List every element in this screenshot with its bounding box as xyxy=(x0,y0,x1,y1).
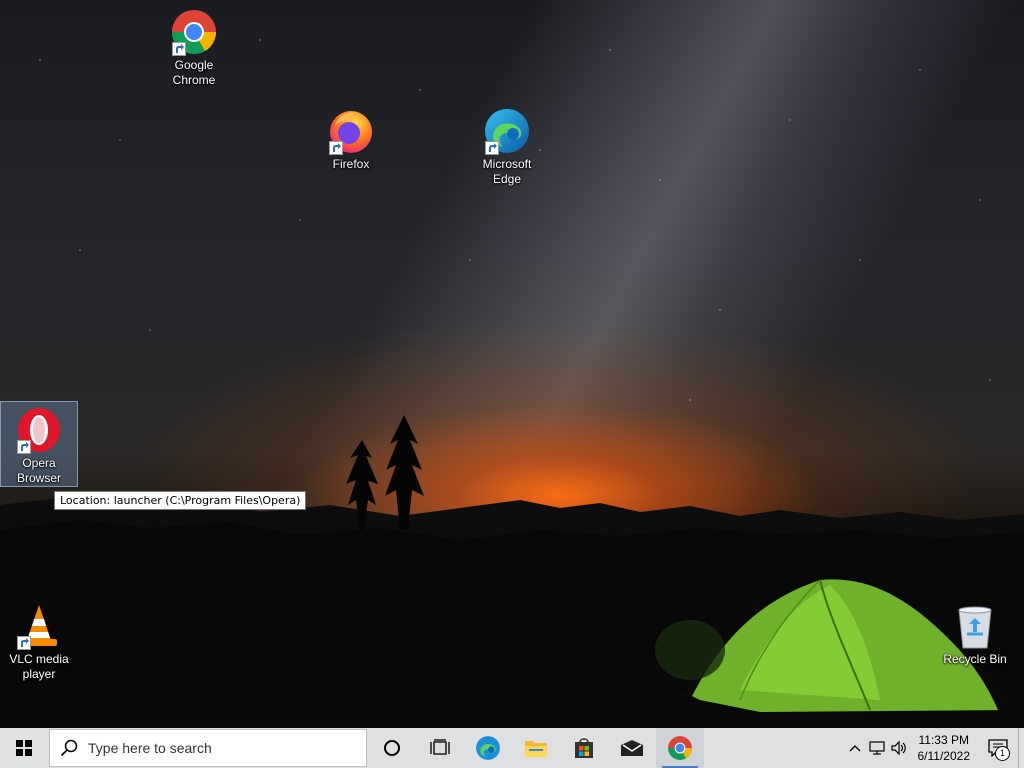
task-view-button[interactable] xyxy=(416,728,464,768)
clock-time: 11:33 PM xyxy=(918,733,969,747)
file-explorer-icon xyxy=(525,741,547,757)
network-icon xyxy=(868,741,885,755)
desktop-icon-recycle-bin[interactable]: Recycle Bin xyxy=(937,598,1013,667)
opera-icon xyxy=(15,406,63,454)
firefox-icon xyxy=(327,107,375,155)
cortana-button[interactable] xyxy=(368,728,416,768)
start-button[interactable] xyxy=(0,728,48,768)
chevron-up-icon xyxy=(849,745,860,752)
show-hidden-icons-button[interactable] xyxy=(844,728,866,768)
taskbar-chrome[interactable] xyxy=(656,728,704,768)
edge-icon xyxy=(476,736,500,760)
shortcut-arrow-icon xyxy=(17,636,31,650)
desktop-icon-label: Google Chrome xyxy=(172,58,216,87)
speaker-icon xyxy=(890,740,906,756)
desktop-icon-opera[interactable]: Opera Browser xyxy=(0,401,78,487)
shortcut-arrow-icon xyxy=(172,42,186,56)
windows-logo-icon xyxy=(16,740,32,756)
show-desktop-button[interactable] xyxy=(1018,728,1024,768)
mail-icon xyxy=(621,740,643,756)
desktop-icon-label: Microsoft Edge xyxy=(482,157,532,186)
notification-count-badge: 1 xyxy=(995,746,1010,761)
taskbar: Type here to search 11:33 PM 6/11/2022 1 xyxy=(0,728,1024,768)
task-view-icon xyxy=(430,739,450,755)
desktop-icon-chrome[interactable]: Google Chrome xyxy=(156,4,232,88)
shortcut-arrow-icon xyxy=(485,141,499,155)
taskbar-clock[interactable]: 11:33 PM 6/11/2022 xyxy=(910,732,979,764)
recycle-bin-icon xyxy=(951,602,999,650)
taskbar-store[interactable] xyxy=(560,728,608,768)
taskbar-edge[interactable] xyxy=(464,728,512,768)
taskbar-search-box[interactable]: Type here to search xyxy=(49,729,367,767)
desktop-icon-firefox[interactable]: Firefox xyxy=(313,103,389,172)
shortcut-arrow-icon xyxy=(329,141,343,155)
chrome-icon xyxy=(170,8,218,56)
search-placeholder: Type here to search xyxy=(88,740,212,756)
taskbar-mail[interactable] xyxy=(608,728,656,768)
shortcut-arrow-icon xyxy=(17,440,31,454)
network-button[interactable] xyxy=(866,728,888,768)
desktop-icon-label: VLC media player xyxy=(9,652,69,681)
vlc-icon xyxy=(15,602,63,650)
desktop-icon-vlc[interactable]: VLC media player xyxy=(1,598,77,682)
volume-button[interactable] xyxy=(888,728,910,768)
desktop-icon-label: Opera Browser xyxy=(16,456,61,485)
desktop-icon-label: Firefox xyxy=(332,157,370,171)
search-icon xyxy=(60,739,78,757)
desktop-icon-label: Recycle Bin xyxy=(943,652,1007,666)
chrome-icon xyxy=(668,736,692,760)
system-tray: 11:33 PM 6/11/2022 1 xyxy=(844,728,1024,768)
taskbar-file-explorer[interactable] xyxy=(512,728,560,768)
store-icon xyxy=(575,738,593,758)
opera-location-tooltip: Location: launcher (C:\Program Files\Ope… xyxy=(54,491,307,510)
cortana-icon xyxy=(384,740,400,756)
desktop-icon-edge[interactable]: Microsoft Edge xyxy=(469,103,545,187)
clock-date: 6/11/2022 xyxy=(917,749,971,763)
edge-icon xyxy=(483,107,531,155)
action-center-button[interactable]: 1 xyxy=(978,728,1018,768)
